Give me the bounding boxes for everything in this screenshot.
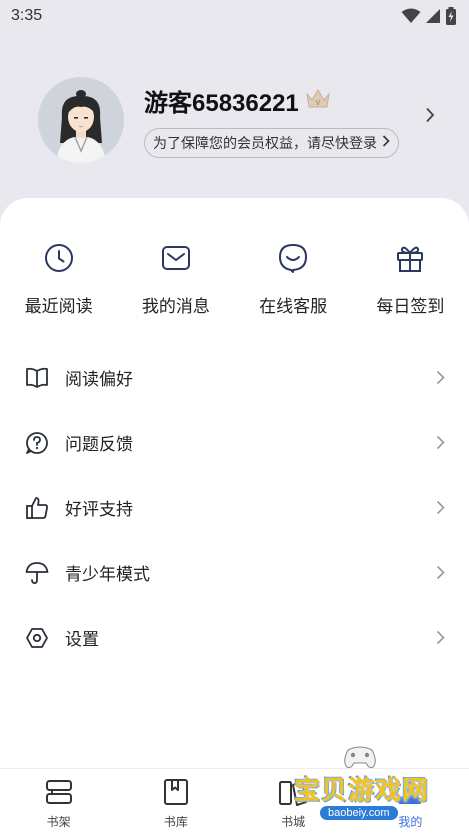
book-icon: [25, 366, 49, 390]
tab-label: 书城: [281, 815, 306, 829]
content-sheet: 最近阅读 我的消息 在线客服 每日签到 阅读偏好 问题反馈 好评支持 青少年模式…: [0, 198, 469, 834]
status-time: 3:35: [11, 7, 43, 24]
menu-item-settings[interactable]: 设置: [0, 605, 469, 670]
avatar-illustration: [38, 77, 124, 163]
signal-icon: [425, 8, 441, 24]
profile-chevron-right-icon[interactable]: [425, 107, 435, 127]
quick-action-label: 每日签到: [376, 297, 445, 317]
menu-item-label: 设置: [65, 630, 99, 650]
thumbs-up-icon: [25, 496, 49, 520]
quick-action-label: 最近阅读: [24, 297, 93, 317]
menu-item-rate-support[interactable]: 好评支持: [0, 475, 469, 540]
bookstore-icon: [278, 777, 308, 807]
profile-header[interactable]: 游客65836221 V 为了保障您的会员权益，请尽快登录: [38, 75, 435, 165]
menu-item-label: 青少年模式: [65, 565, 150, 585]
library-icon: [163, 777, 189, 807]
tab-library[interactable]: 书库: [117, 769, 234, 834]
chat-bubble-icon: [278, 242, 308, 274]
profile-info: 游客65836221 V 为了保障您的会员权益，请尽快登录: [144, 83, 431, 158]
username: 游客65836221: [144, 89, 299, 117]
question-icon: [25, 431, 49, 455]
settings-hexagon-icon: [25, 626, 49, 650]
chevron-right-icon: [431, 435, 445, 450]
status-icons: [401, 7, 457, 25]
login-prompt-button[interactable]: 为了保障您的会员权益，请尽快登录: [144, 127, 399, 158]
menu-item-label: 问题反馈: [65, 435, 133, 455]
quick-action-recent-reading[interactable]: 最近阅读: [0, 242, 117, 322]
tab-label: 书架: [46, 815, 71, 829]
crown-badge-text: V: [315, 100, 320, 107]
bottom-tab-bar: 书架 书库 书城 我的: [0, 768, 469, 834]
bookshelf-icon: [45, 777, 73, 807]
chevron-right-icon: [431, 565, 445, 580]
umbrella-icon: [25, 561, 49, 585]
name-row: 游客65836221 V: [144, 83, 431, 118]
menu-item-teen-mode[interactable]: 青少年模式: [0, 540, 469, 605]
menu-item-feedback[interactable]: 问题反馈: [0, 410, 469, 475]
tab-bookshelf[interactable]: 书架: [0, 769, 117, 834]
chevron-right-icon: [382, 134, 390, 151]
chevron-right-icon: [431, 500, 445, 515]
quick-action-messages[interactable]: 我的消息: [117, 242, 234, 322]
profile-icon: [396, 777, 424, 807]
menu-item-reading-preference[interactable]: 阅读偏好: [0, 345, 469, 410]
envelope-icon: [161, 242, 191, 274]
avatar[interactable]: [38, 77, 124, 163]
quick-action-label: 我的消息: [141, 297, 210, 317]
tab-mine[interactable]: 我的: [352, 769, 469, 834]
tab-bookstore[interactable]: 书城: [235, 769, 352, 834]
quick-action-daily-checkin[interactable]: 每日签到: [352, 242, 469, 322]
clock-icon: [44, 242, 74, 274]
wifi-icon: [401, 8, 421, 24]
menu-item-label: 阅读偏好: [65, 370, 133, 390]
battery-icon: [445, 7, 457, 25]
quick-action-customer-service[interactable]: 在线客服: [235, 242, 352, 322]
gift-icon: [395, 242, 425, 274]
quick-actions: 最近阅读 我的消息 在线客服 每日签到: [0, 242, 469, 322]
tab-label: 我的: [398, 815, 423, 829]
chevron-right-icon: [431, 370, 445, 385]
menu-item-label: 好评支持: [65, 500, 133, 520]
quick-action-label: 在线客服: [259, 297, 328, 317]
chevron-right-icon: [431, 630, 445, 645]
tab-label: 书库: [163, 815, 188, 829]
vip-crown-icon: V: [305, 87, 331, 113]
status-bar: 3:35: [0, 0, 469, 32]
settings-menu: 阅读偏好 问题反馈 好评支持 青少年模式 设置: [0, 345, 469, 670]
login-prompt-text: 为了保障您的会员权益，请尽快登录: [153, 135, 377, 152]
